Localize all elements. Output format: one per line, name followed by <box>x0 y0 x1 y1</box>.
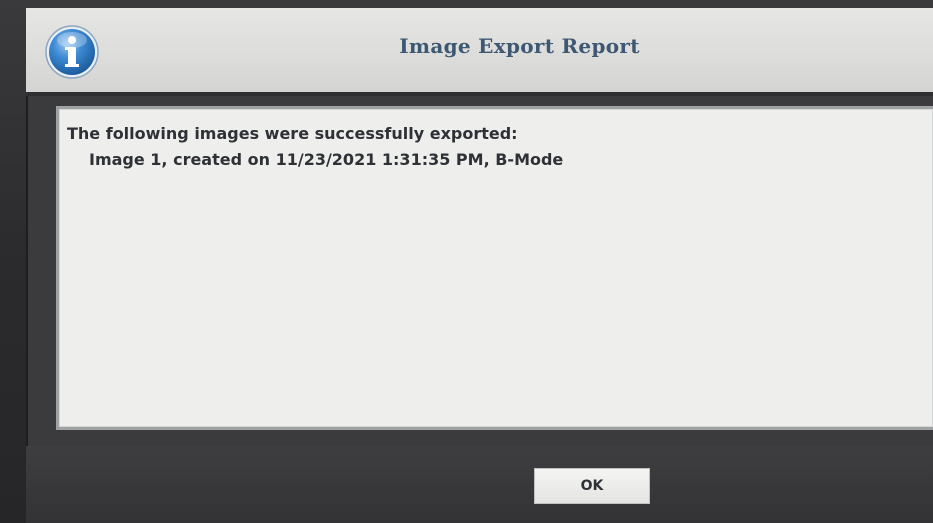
message-heading: The following images were successfully e… <box>67 124 518 143</box>
dialog-title-bar: Image Export Report <box>26 8 933 96</box>
image-export-report-dialog: Image Export Report The following images… <box>26 8 933 523</box>
ok-button[interactable]: OK <box>534 468 650 504</box>
message-text: The following images were successfully e… <box>67 121 563 173</box>
info-icon <box>45 25 99 79</box>
screen: Image Export Report The following images… <box>0 0 933 523</box>
message-panel: The following images were successfully e… <box>56 106 933 430</box>
dialog-title: Image Export Report <box>399 34 640 58</box>
dialog-button-bar: OK <box>26 446 933 523</box>
exported-image-item: Image 1, created on 11/23/2021 1:31:35 P… <box>89 150 564 169</box>
